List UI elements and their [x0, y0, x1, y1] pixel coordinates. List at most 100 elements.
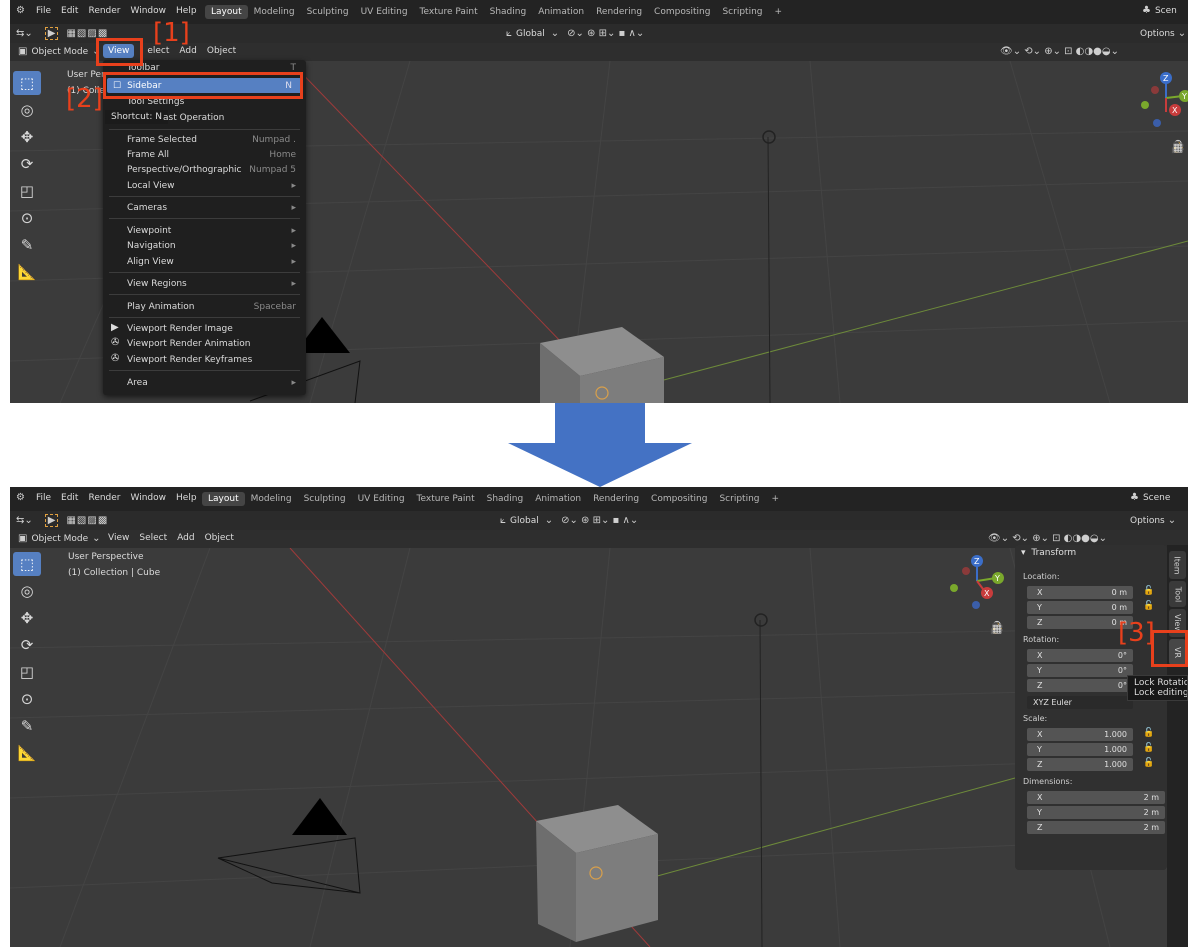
menu-edit[interactable]: Edit — [56, 6, 83, 16]
view-menu-button[interactable]: View — [103, 533, 134, 543]
object-menu-button[interactable]: Object — [202, 46, 241, 56]
tab-animation[interactable]: Animation — [529, 492, 587, 506]
menu-edit[interactable]: Edit — [56, 493, 83, 503]
menu-item-render-image[interactable]: Viewport Render Image — [127, 322, 296, 336]
tab-texture-paint[interactable]: Texture Paint — [414, 5, 484, 19]
lock-icon[interactable]: 🔓 — [1143, 601, 1154, 611]
move-tool[interactable]: ✥ — [13, 606, 41, 630]
add-menu-button[interactable]: Add — [172, 533, 199, 543]
tab-texture-paint[interactable]: Texture Paint — [411, 492, 481, 506]
tab-modeling[interactable]: Modeling — [245, 492, 298, 506]
menu-item-align-view[interactable]: Align View ▸ — [127, 255, 296, 269]
scale-tool[interactable]: ◰ — [13, 660, 41, 684]
measure-tool[interactable]: 📐 — [13, 260, 41, 284]
tab-scripting[interactable]: Scripting — [716, 5, 768, 19]
viewport-shading-icons[interactable]: 👁⌄ ⟲⌄ ⊕⌄ ⊡ ◐◑●◒⌄ — [1000, 46, 1119, 57]
menu-file[interactable]: File — [31, 493, 56, 503]
menu-item-frame-selected[interactable]: Frame Selected Numpad . — [127, 133, 296, 147]
object-mode-icon[interactable]: ▣ — [18, 46, 27, 57]
menu-item-view-regions[interactable]: View Regions ▸ — [127, 277, 296, 291]
measure-tool[interactable]: 📐 — [13, 741, 41, 765]
scene-label[interactable]: Scene — [1143, 493, 1170, 503]
tab-shading[interactable]: Shading — [481, 492, 530, 506]
tab-uv-editing[interactable]: UV Editing — [355, 5, 414, 19]
tab-sculpting[interactable]: Sculpting — [301, 5, 355, 19]
tab-layout[interactable]: Layout — [205, 5, 248, 19]
menu-render[interactable]: Render — [83, 6, 125, 16]
dimensions-z-field[interactable]: Z2 m — [1027, 821, 1165, 834]
orientation-icon[interactable]: ⟀ — [500, 515, 506, 526]
object-menu-button[interactable]: Object — [200, 533, 239, 543]
tab-rendering[interactable]: Rendering — [590, 5, 648, 19]
menu-item-play-animation[interactable]: Play Animation Spacebar — [127, 300, 296, 314]
transform-panel-header[interactable]: ▾ Transform — [1021, 548, 1076, 558]
add-workspace-button[interactable]: + — [766, 492, 786, 506]
tab-shading[interactable]: Shading — [484, 5, 533, 19]
location-y-field[interactable]: Y0 m — [1027, 601, 1133, 614]
tab-rendering[interactable]: Rendering — [587, 492, 645, 506]
mode-select[interactable]: Object Mode — [31, 534, 88, 544]
scale-y-field[interactable]: Y 1.000 — [1027, 743, 1133, 756]
menu-item-viewpoint[interactable]: Viewpoint ▸ — [127, 224, 296, 238]
cursor-tool[interactable]: ◎ — [13, 98, 41, 122]
grid-icon[interactable]: ▦ — [987, 618, 1007, 638]
dimensions-y-field[interactable]: Y2 m — [1027, 806, 1165, 819]
tab-sculpting[interactable]: Sculpting — [298, 492, 352, 506]
annotate-tool[interactable]: ✎ — [13, 714, 41, 738]
navigation-gizmo[interactable]: Z Y X — [946, 551, 1016, 613]
editor-type-icon[interactable]: ⇆⌄ — [16, 515, 33, 526]
menu-file[interactable]: File — [31, 6, 56, 16]
rotation-x-field[interactable]: X 0° — [1027, 649, 1133, 662]
dimensions-x-field[interactable]: X2 m — [1027, 791, 1165, 804]
options-button[interactable]: Options — [1140, 29, 1175, 39]
lock-icon[interactable]: 🔓 — [1143, 728, 1154, 738]
lock-icon[interactable]: 🔓 — [1143, 586, 1154, 596]
move-tool[interactable]: ✥ — [13, 125, 41, 149]
scene-icon[interactable]: ♣ — [1130, 492, 1139, 503]
options-button[interactable]: Options — [1130, 516, 1165, 526]
menu-item-perspective[interactable]: Perspective/Orthographic Numpad 5 — [127, 163, 296, 177]
pivot-icon[interactable]: ⊘⌄ ⊛ ⊞⌄ ▪ ∧⌄ — [561, 515, 638, 526]
menu-item-cameras[interactable]: Cameras ▸ — [127, 201, 296, 215]
tab-animation[interactable]: Animation — [532, 5, 590, 19]
menu-item-local-view[interactable]: Local View ▸ — [127, 179, 296, 193]
menu-help[interactable]: Help — [171, 493, 202, 503]
select-box-tool[interactable]: ⬚ — [13, 552, 41, 576]
cursor-tool[interactable]: ◎ — [13, 579, 41, 603]
menu-item-area[interactable]: Area ▸ — [127, 376, 296, 390]
scene-label[interactable]: Scen — [1155, 6, 1177, 16]
collapse-icon[interactable]: ▾ — [1021, 548, 1026, 558]
select-mode-icons[interactable]: ▦▧▨▩ — [66, 515, 108, 526]
transform-tool[interactable]: ⊙ — [13, 206, 41, 230]
menu-item-frame-all[interactable]: Frame All Home — [127, 148, 296, 162]
location-x-field[interactable]: X0 m — [1027, 586, 1133, 599]
rotation-y-field[interactable]: Y 0° — [1027, 664, 1133, 677]
editor-type-icon[interactable]: ⇆⌄ — [16, 28, 33, 39]
scale-tool[interactable]: ◰ — [13, 179, 41, 203]
navigation-gizmo[interactable]: Z Y X — [1125, 68, 1188, 130]
transform-tool[interactable]: ⊙ — [13, 687, 41, 711]
tab-modeling[interactable]: Modeling — [248, 5, 301, 19]
scale-z-field[interactable]: Z 1.000 — [1027, 758, 1133, 771]
rotate-tool[interactable]: ⟳ — [13, 152, 41, 176]
menu-render[interactable]: Render — [83, 493, 125, 503]
add-workspace-button[interactable]: + — [769, 5, 789, 19]
menu-window[interactable]: Window — [126, 493, 172, 503]
blender-logo-icon[interactable]: ⚙ — [16, 5, 25, 16]
orientation-icon[interactable]: ⟀ — [506, 28, 512, 39]
tab-scripting[interactable]: Scripting — [713, 492, 765, 506]
chevron-down-icon[interactable]: ⌄ — [545, 515, 553, 526]
pivot-icon[interactable]: ⊘⌄ ⊛ ⊞⌄ ▪ ∧⌄ — [567, 28, 644, 39]
tab-item[interactable]: Item — [1169, 551, 1186, 579]
grid-icon[interactable]: ▦ — [1168, 137, 1188, 157]
lock-icon[interactable]: 🔓 — [1143, 743, 1154, 753]
tab-layout[interactable]: Layout — [202, 492, 245, 506]
tab-tool[interactable]: Tool — [1169, 581, 1186, 607]
transform-orientation-select[interactable]: Global — [510, 516, 539, 526]
select-menu-button[interactable]: Select — [134, 533, 172, 543]
menu-item-navigation[interactable]: Navigation ▸ — [127, 239, 296, 253]
select-tool-icon[interactable]: ▶ — [44, 27, 59, 40]
object-mode-icon[interactable]: ▣ — [18, 533, 27, 544]
select-tool-icon[interactable]: ▶ — [44, 514, 59, 527]
tab-compositing[interactable]: Compositing — [648, 5, 716, 19]
